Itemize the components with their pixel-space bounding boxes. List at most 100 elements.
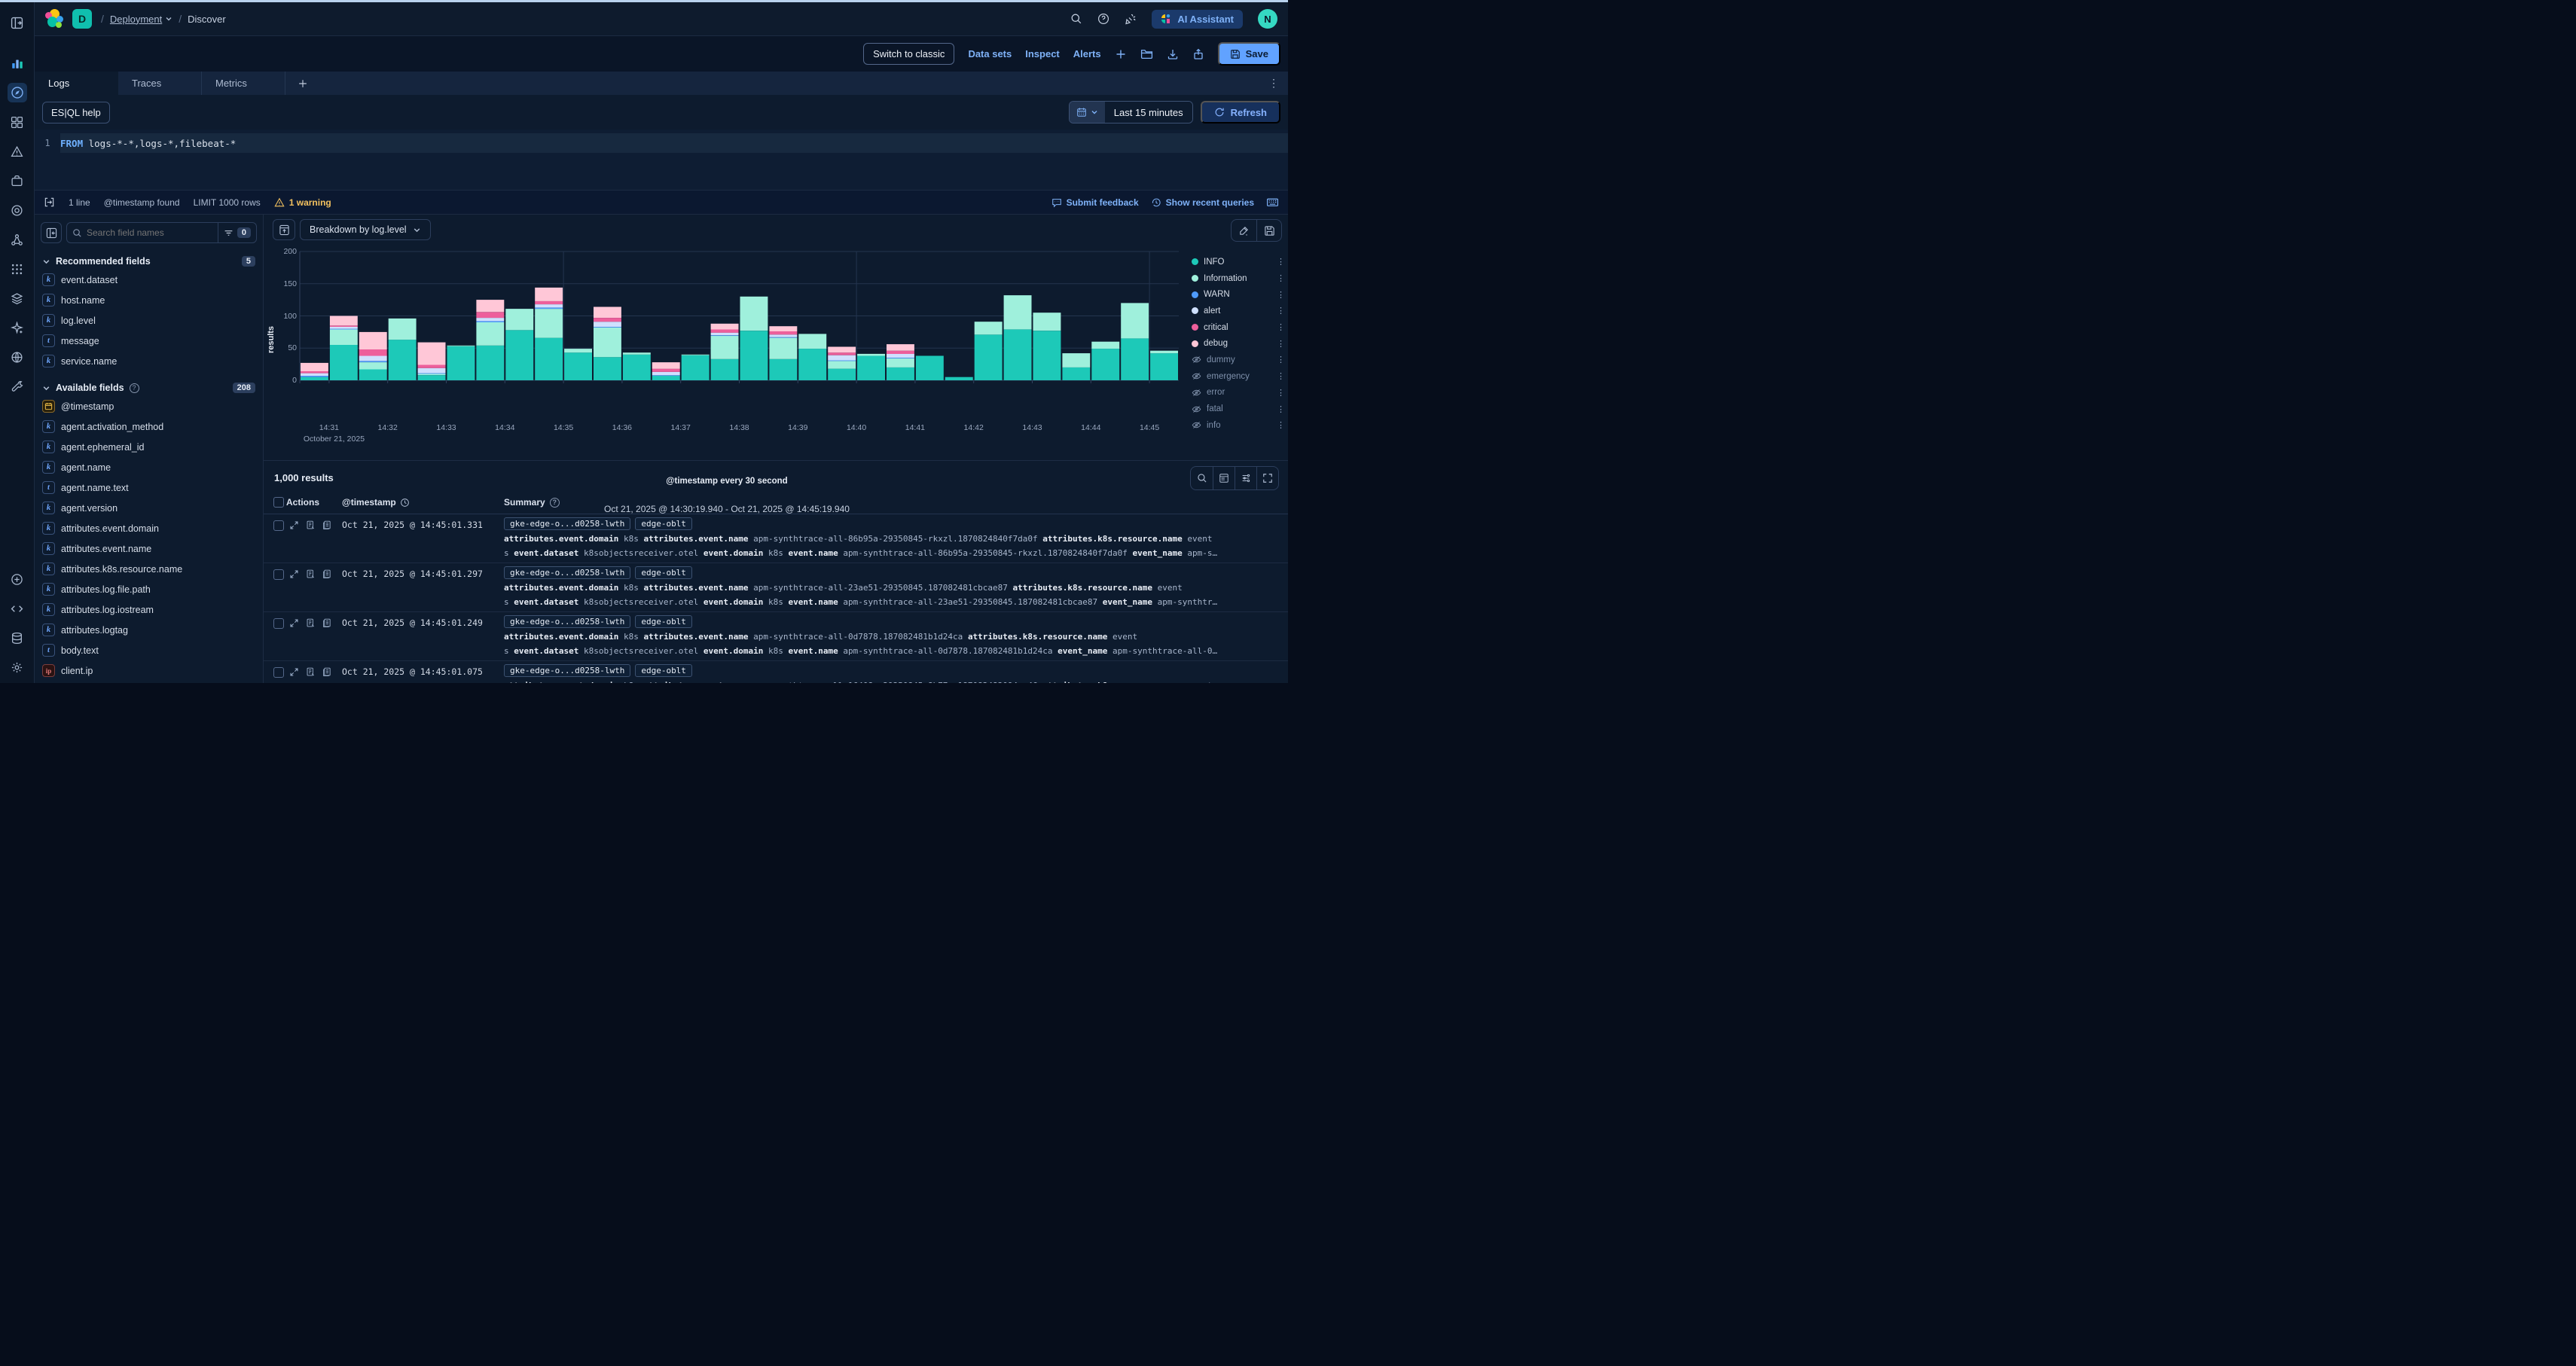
breakdown-select[interactable]: Breakdown by log.level bbox=[300, 219, 431, 240]
row-checkbox[interactable] bbox=[273, 520, 284, 531]
warning-indicator[interactable]: 1 warning bbox=[274, 197, 331, 208]
calendar-icon[interactable] bbox=[1070, 102, 1105, 123]
legend-item-info[interactable]: info ⋮ bbox=[1192, 417, 1288, 434]
deployment-badge[interactable]: D bbox=[72, 9, 92, 29]
legend-item-error[interactable]: error ⋮ bbox=[1192, 385, 1288, 401]
field-name[interactable]: agent.ephemeral_id bbox=[61, 442, 145, 453]
select-all-checkbox[interactable] bbox=[273, 497, 284, 508]
legend-item-menu-kebab-icon[interactable]: ⋮ bbox=[1277, 388, 1288, 398]
legend-item-menu-kebab-icon[interactable]: ⋮ bbox=[1277, 322, 1288, 332]
resource-badge[interactable]: edge-oblt bbox=[635, 664, 692, 677]
legend-item-menu-kebab-icon[interactable]: ⋮ bbox=[1277, 355, 1288, 364]
legend-item-menu-kebab-icon[interactable]: ⋮ bbox=[1277, 420, 1288, 430]
tab-metrics[interactable]: Metrics bbox=[202, 72, 285, 95]
resource-badge[interactable]: edge-oblt bbox=[635, 517, 692, 530]
switch-to-classic-button[interactable]: Switch to classic bbox=[863, 43, 954, 65]
user-avatar[interactable]: N bbox=[1258, 9, 1277, 29]
nav-analytics-icon[interactable] bbox=[8, 53, 27, 73]
legend-item-menu-kebab-icon[interactable]: ⋮ bbox=[1277, 273, 1288, 283]
keyboard-shortcuts-icon[interactable] bbox=[1266, 196, 1279, 209]
field-item-available-10[interactable]: k attributes.log.iostream bbox=[35, 599, 263, 620]
help-icon[interactable] bbox=[1097, 13, 1109, 25]
legend-item-menu-kebab-icon[interactable]: ⋮ bbox=[1277, 404, 1288, 414]
add-tab-button[interactable] bbox=[285, 72, 320, 95]
save-button[interactable]: Save bbox=[1218, 42, 1280, 66]
nav-dashboards-icon[interactable] bbox=[8, 112, 27, 132]
ai-assistant-button[interactable]: AI Assistant bbox=[1152, 10, 1243, 29]
esql-query-text[interactable]: FROM logs-*-*,logs-*,filebeat-* bbox=[60, 138, 236, 149]
table-row[interactable]: Oct 21, 2025 @ 14:45:01.297 gke-edge-o..… bbox=[264, 563, 1288, 612]
legend-item-debug[interactable]: debug ⋮ bbox=[1192, 335, 1288, 352]
legend-item-menu-kebab-icon[interactable]: ⋮ bbox=[1277, 306, 1288, 316]
table-row[interactable]: Oct 21, 2025 @ 14:45:01.075 gke-edge-o..… bbox=[264, 661, 1288, 683]
field-name[interactable]: client.ip bbox=[61, 666, 93, 676]
field-item-available-12[interactable]: t body.text bbox=[35, 640, 263, 660]
field-name[interactable]: event.dataset bbox=[61, 275, 118, 285]
summary-help-icon[interactable]: ? bbox=[550, 498, 560, 508]
field-item-recommended-3[interactable]: t message bbox=[35, 331, 263, 351]
grid-display-options-icon[interactable] bbox=[1213, 467, 1235, 489]
legend-item-fatal[interactable]: fatal ⋮ bbox=[1192, 401, 1288, 417]
column-timestamp[interactable]: @timestamp bbox=[342, 497, 410, 508]
data-sets-link[interactable]: Data sets bbox=[968, 48, 1012, 59]
nav-alerts-icon[interactable] bbox=[8, 142, 27, 161]
collapse-sidebar-icon[interactable] bbox=[41, 222, 62, 243]
new-session-icon[interactable] bbox=[1115, 48, 1127, 60]
nav-tools-icon[interactable] bbox=[8, 377, 27, 396]
field-name[interactable]: log.level bbox=[61, 316, 96, 326]
legend-item-critical[interactable]: critical ⋮ bbox=[1192, 319, 1288, 336]
resource-badge[interactable]: gke-edge-o...d0258-lwth bbox=[504, 566, 630, 579]
field-name[interactable]: agent.name bbox=[61, 462, 111, 473]
show-recent-queries-link[interactable]: Show recent queries bbox=[1151, 197, 1254, 208]
field-item-recommended-0[interactable]: k event.dataset bbox=[35, 270, 263, 290]
field-name[interactable]: agent.activation_method bbox=[61, 422, 163, 432]
editor-mode-icon[interactable] bbox=[44, 197, 55, 208]
field-item-available-11[interactable]: k attributes.logtag bbox=[35, 620, 263, 640]
field-name[interactable]: host.name bbox=[61, 295, 105, 306]
tab-logs[interactable]: Logs bbox=[35, 72, 118, 95]
legend-item-menu-kebab-icon[interactable]: ⋮ bbox=[1277, 290, 1288, 300]
legend-item-menu-kebab-icon[interactable]: ⋮ bbox=[1277, 339, 1288, 349]
field-item-available-1[interactable]: k agent.activation_method bbox=[35, 416, 263, 437]
resource-badge[interactable]: edge-oblt bbox=[635, 615, 692, 628]
nav-collapse-icon[interactable] bbox=[8, 13, 27, 32]
nav-stack-icon[interactable] bbox=[8, 288, 27, 308]
field-item-recommended-4[interactable]: k service.name bbox=[35, 351, 263, 371]
submit-feedback-link[interactable]: Submit feedback bbox=[1051, 197, 1139, 208]
field-name[interactable]: @timestamp bbox=[61, 401, 114, 412]
field-name[interactable]: attributes.k8s.resource.name bbox=[61, 564, 182, 575]
field-item-available-9[interactable]: k attributes.log.file.path bbox=[35, 579, 263, 599]
legend-item-Information[interactable]: Information ⋮ bbox=[1192, 270, 1288, 287]
field-item-available-5[interactable]: k agent.version bbox=[35, 498, 263, 518]
field-name[interactable]: attributes.log.iostream bbox=[61, 605, 154, 615]
field-name[interactable]: attributes.log.file.path bbox=[61, 584, 151, 595]
resource-badge[interactable]: gke-edge-o...d0258-lwth bbox=[504, 664, 630, 677]
legend-item-alert[interactable]: alert ⋮ bbox=[1192, 303, 1288, 319]
tab-traces[interactable]: Traces bbox=[118, 72, 202, 95]
grid-sort-fields-icon[interactable] bbox=[1235, 467, 1256, 489]
time-picker[interactable]: Last 15 minutes bbox=[1069, 101, 1193, 123]
settings-gear-icon[interactable] bbox=[8, 657, 27, 677]
grid-fullscreen-icon[interactable] bbox=[1256, 467, 1278, 489]
alerts-link[interactable]: Alerts bbox=[1073, 48, 1101, 59]
open-session-folder-icon[interactable] bbox=[1140, 47, 1153, 60]
tabs-menu-kebab-icon[interactable]: ⋮ bbox=[1268, 72, 1288, 95]
histogram-chart[interactable]: results 050100150200 14:3114:3214:3314:3… bbox=[264, 245, 1190, 441]
field-name[interactable]: message bbox=[61, 336, 99, 346]
inspect-link[interactable]: Inspect bbox=[1025, 48, 1060, 59]
field-item-available-0[interactable]: @timestamp bbox=[35, 396, 263, 416]
field-name[interactable]: body.text bbox=[61, 645, 99, 656]
resource-badge[interactable]: gke-edge-o...d0258-lwth bbox=[504, 615, 630, 628]
legend-item-INFO[interactable]: INFO ⋮ bbox=[1192, 254, 1288, 270]
legend-item-emergency[interactable]: emergency ⋮ bbox=[1192, 368, 1288, 385]
table-row[interactable]: Oct 21, 2025 @ 14:45:01.331 gke-edge-o..… bbox=[264, 514, 1288, 563]
dev-tools-icon[interactable] bbox=[8, 599, 27, 618]
column-summary[interactable]: Summary ? bbox=[504, 497, 560, 508]
legend-item-dummy[interactable]: dummy ⋮ bbox=[1192, 352, 1288, 368]
esql-editor[interactable]: 1 FROM logs-*-*,logs-*,filebeat-* bbox=[35, 130, 1288, 190]
nav-infrastructure-icon[interactable] bbox=[8, 259, 27, 279]
elastic-logo[interactable] bbox=[45, 9, 65, 29]
download-icon[interactable] bbox=[1167, 48, 1179, 60]
legend-item-menu-kebab-icon[interactable]: ⋮ bbox=[1277, 257, 1288, 267]
grid-search-icon[interactable] bbox=[1191, 467, 1213, 489]
